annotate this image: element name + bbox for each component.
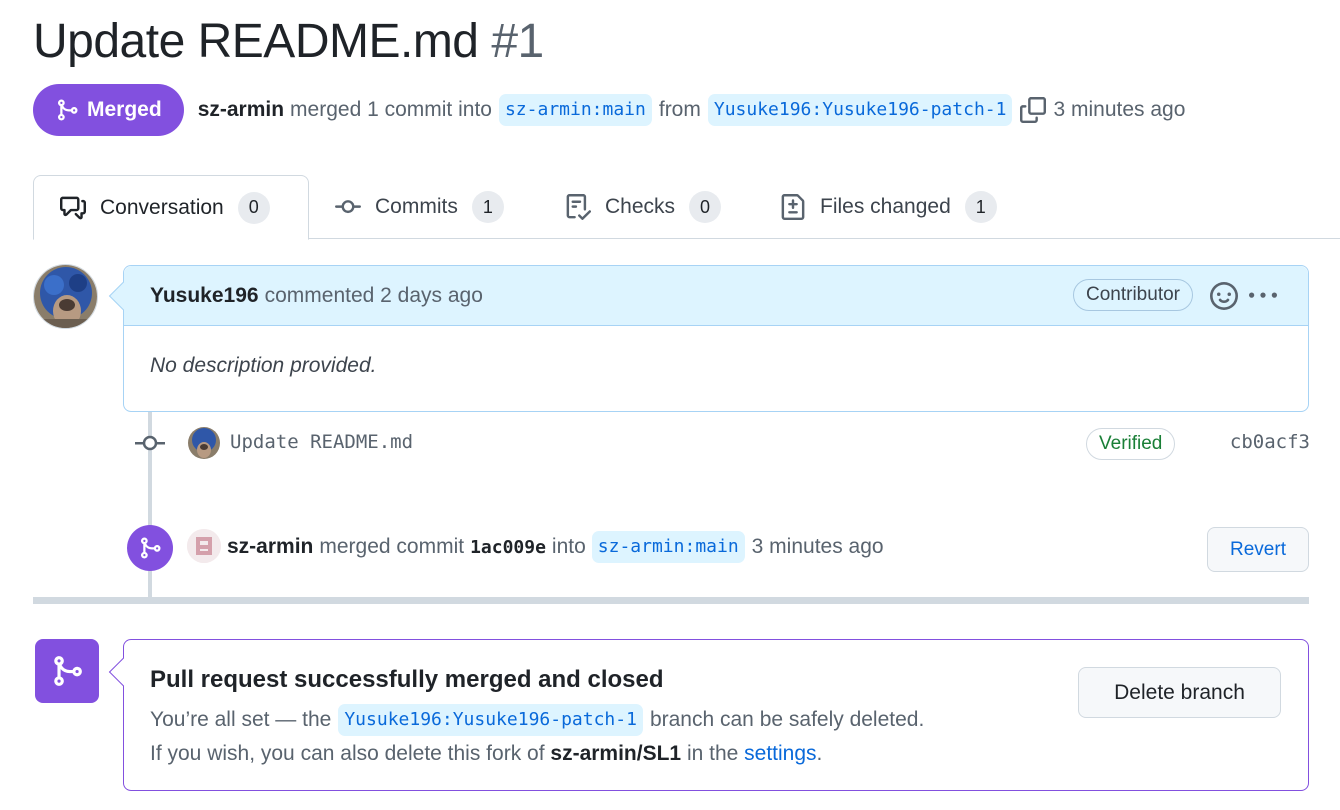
merged-title: Pull request successfully merged and clo… [150, 666, 664, 693]
pr-time: 3 minutes ago [1053, 98, 1186, 121]
merged-branch-message: You’re all set — the Yusuke196:Yusuke196… [150, 704, 924, 736]
pr-tabs: Conversation 0 Commits 1 Checks 0 Files … [33, 175, 1340, 240]
tab-label: Files changed [820, 195, 951, 218]
comment-header: Yusuke196 commented 2 days ago Contribut… [124, 266, 1308, 326]
merge-event-time: 3 minutes ago [751, 535, 884, 558]
merge-actor-link[interactable]: sz-armin [227, 535, 313, 559]
delete-branch-button[interactable]: Delete branch [1078, 667, 1281, 718]
head-branch-ref[interactable]: Yusuke196:Yusuke196-patch-1 [338, 704, 643, 736]
merged-line2-suffix: . [816, 742, 823, 765]
pr-number: #1 [491, 15, 544, 68]
state-label: Merged [87, 98, 162, 121]
role-badge: Contributor [1073, 279, 1193, 311]
revert-button[interactable]: Revert [1207, 527, 1309, 572]
verified-badge[interactable]: Verified [1086, 428, 1176, 460]
avatar[interactable] [188, 427, 220, 459]
settings-link[interactable]: settings [744, 742, 816, 765]
avatar[interactable] [33, 264, 98, 329]
tab-commits[interactable]: Commits 1 [335, 175, 504, 239]
merged-commits-text: merged 1 commit into [290, 98, 492, 121]
merge-event-text: sz-armin merged commit 1ac009e into sz-a… [227, 531, 884, 563]
merger-link[interactable]: sz-armin [198, 98, 284, 122]
avatar-image [188, 427, 220, 459]
from-text: from [658, 98, 701, 121]
merged-state-badge: Merged [33, 84, 184, 136]
tab-label: Conversation [100, 195, 224, 219]
into-text: into [551, 535, 586, 558]
comment-discussion-icon [60, 196, 86, 219]
merge-commit-sha-link[interactable]: 1ac009e [470, 537, 546, 558]
fork-repo-name: sz-armin/SL1 [550, 742, 682, 765]
avatar-image [34, 265, 97, 328]
comment-meta: commented 2 days ago [264, 283, 483, 307]
identicon-image [187, 529, 221, 563]
tab-label: Checks [605, 195, 676, 218]
pr-title: Update README.md [33, 15, 479, 68]
merged-line2-mid: in the [686, 742, 739, 765]
copy-icon [1020, 97, 1047, 123]
head-ref[interactable]: Yusuke196:Yusuke196-patch-1 [707, 94, 1013, 126]
commit-message-link[interactable]: Update README.md [230, 431, 413, 453]
comment-options-button[interactable] [1248, 282, 1278, 310]
comment-card: Yusuke196 commented 2 days ago Contribut… [108, 265, 1309, 412]
timeline-divider [33, 597, 1309, 604]
tab-count: 0 [689, 191, 722, 223]
merge-base-ref[interactable]: sz-armin:main [591, 531, 745, 563]
tab-count: 0 [237, 191, 270, 224]
merged-status-box: Pull request successfully merged and clo… [108, 639, 1309, 791]
comment-author[interactable]: Yusuke196 [150, 284, 259, 308]
merge-event-badge [127, 525, 173, 571]
commit-item: Update README.md Verified cb0acf3 [135, 423, 1310, 463]
tab-conversation[interactable]: Conversation 0 [33, 175, 309, 240]
copy-branch-button[interactable] [1019, 96, 1047, 124]
git-merge-icon [141, 537, 161, 559]
tab-count: 1 [471, 191, 504, 223]
commit-sha-link[interactable]: cb0acf3 [1230, 431, 1310, 453]
merged-line1-prefix: You’re all set — the [150, 708, 332, 731]
tab-label: Commits [375, 195, 458, 218]
smiley-icon [1210, 282, 1238, 310]
git-merge-icon [58, 99, 78, 121]
tab-checks[interactable]: Checks 0 [565, 175, 722, 239]
merged-line1-suffix: branch can be safely deleted. [649, 708, 925, 731]
checklist-icon [566, 194, 591, 220]
kebab-horizontal-icon [1249, 292, 1277, 298]
git-merge-icon [54, 656, 82, 686]
page-title: Update README.md #1 [33, 14, 544, 70]
git-commit-icon [335, 200, 361, 214]
tab-count: 1 [964, 191, 997, 223]
merged-status-icon [35, 639, 99, 703]
tab-files-changed[interactable]: Files changed 1 [780, 175, 997, 239]
merged-line2-prefix: If you wish, you can also delete this fo… [150, 742, 545, 765]
merged-box-pointer [108, 657, 138, 687]
add-reaction-button[interactable] [1210, 282, 1238, 310]
merge-event-verb: merged commit [319, 535, 465, 558]
fork-delete-message: If you wish, you can also delete this fo… [150, 742, 822, 766]
file-diff-icon [781, 194, 805, 220]
merge-event: sz-armin merged commit 1ac009e into sz-a… [127, 522, 1309, 572]
pr-header-meta: Merged sz-armin merged 1 commit into sz-… [33, 84, 1185, 136]
avatar[interactable] [187, 529, 221, 563]
comment-body: No description provided. [150, 354, 377, 377]
git-commit-icon [135, 435, 165, 451]
base-ref[interactable]: sz-armin:main [498, 94, 652, 126]
